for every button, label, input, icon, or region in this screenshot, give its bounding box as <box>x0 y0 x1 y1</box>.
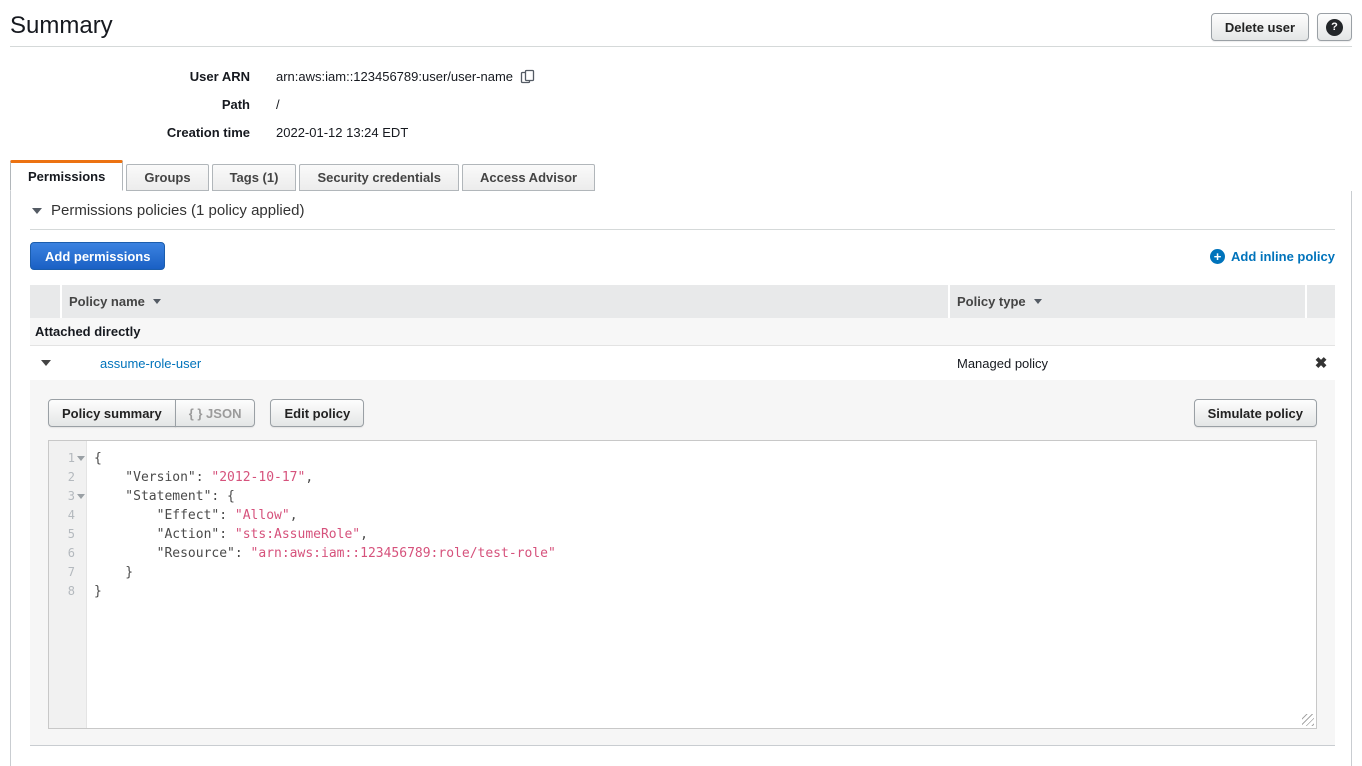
line-number: 5 <box>49 525 86 544</box>
editor-line-number-gutter: 1 2 3 4 5 6 7 8 <box>49 441 87 728</box>
user-info-section: User ARN arn:aws:iam::123456789:user/use… <box>0 62 1362 146</box>
table-header: Policy name Policy type <box>30 285 1335 318</box>
plus-icon: + <box>1210 249 1225 264</box>
line-number: 2 <box>49 468 86 487</box>
collapse-row-button[interactable] <box>30 360 62 366</box>
policy-summary-button[interactable]: Policy summary <box>48 399 176 427</box>
page-title: Summary <box>10 12 113 39</box>
code-line: } <box>94 563 1316 582</box>
add-permissions-button[interactable]: Add permissions <box>30 242 165 270</box>
fold-caret-icon[interactable] <box>77 494 85 499</box>
info-value: 2022-01-12 13:24 EDT <box>276 125 408 140</box>
info-label: User ARN <box>0 69 250 84</box>
page-header: Summary Delete user ? <box>0 0 1362 46</box>
help-icon: ? <box>1326 19 1343 36</box>
user-info-row: User ARN arn:aws:iam::123456789:user/use… <box>0 62 1362 90</box>
delete-user-button[interactable]: Delete user <box>1211 13 1309 41</box>
policy-detail-toolbar: Policy summary { } JSON Edit policy Simu… <box>48 399 1317 427</box>
info-label: Path <box>0 97 250 112</box>
line-number: 6 <box>49 544 86 563</box>
add-inline-policy-link[interactable]: + Add inline policy <box>1210 249 1335 264</box>
sort-caret-icon <box>1034 299 1042 304</box>
policy-type-value: Managed policy <box>950 356 1307 371</box>
tab-label: Permissions <box>28 169 105 184</box>
permissions-tab-panel: Permissions policies (1 policy applied) … <box>10 191 1352 766</box>
actions-column-header <box>1307 285 1335 318</box>
tab-label: Access Advisor <box>480 170 577 185</box>
table-row: assume-role-user Managed policy ✖ <box>30 346 1335 380</box>
tab-bar: Permissions Groups Tags (1) Security cre… <box>10 160 1362 191</box>
edit-policy-button[interactable]: Edit policy <box>270 399 364 427</box>
tab-label: Security credentials <box>317 170 441 185</box>
json-view-button[interactable]: { } JSON <box>175 399 256 427</box>
simulate-policy-button[interactable]: Simulate policy <box>1194 399 1317 427</box>
code-line: "Resource": "arn:aws:iam::123456789:role… <box>94 544 1316 563</box>
copy-icon[interactable] <box>520 69 535 84</box>
line-number: 3 <box>49 487 86 506</box>
line-number: 1 <box>49 449 86 468</box>
editor-resize-handle[interactable] <box>1302 714 1314 726</box>
permissions-policies-section-header[interactable]: Permissions policies (1 policy applied) <box>30 191 1335 230</box>
view-toggle-group: Policy summary { } JSON <box>48 399 255 427</box>
line-number: 8 <box>49 582 86 601</box>
line-number: 4 <box>49 506 86 525</box>
detach-policy-button[interactable]: ✖ <box>1307 354 1335 372</box>
policy-name-column-header[interactable]: Policy name <box>62 285 950 318</box>
tab-security-credentials[interactable]: Security credentials <box>299 164 459 191</box>
sort-caret-icon <box>153 299 161 304</box>
info-value: / <box>276 97 280 112</box>
code-line: "Statement": { <box>94 487 1316 506</box>
expand-column-header <box>30 285 62 318</box>
caret-down-icon <box>41 360 51 366</box>
code-line: { <box>94 449 1316 468</box>
line-number: 7 <box>49 563 86 582</box>
user-info-row: Path / <box>0 90 1362 118</box>
policy-name-link[interactable]: assume-role-user <box>100 356 201 371</box>
table-group-row: Attached directly <box>30 318 1335 346</box>
policy-table: Policy name Policy type Attached directl… <box>30 285 1335 746</box>
code-line: } <box>94 582 1316 601</box>
tab-tags[interactable]: Tags (1) <box>212 164 297 191</box>
code-line: "Version": "2012-10-17", <box>94 468 1316 487</box>
section-title: Permissions policies (1 policy applied) <box>51 202 304 219</box>
info-label: Creation time <box>0 125 250 140</box>
policy-json-editor[interactable]: 1 2 3 4 5 6 7 8 { "Version": "2012-10-17… <box>48 440 1317 729</box>
tab-permissions[interactable]: Permissions <box>10 160 123 191</box>
tab-label: Tags (1) <box>230 170 279 185</box>
code-line: "Action": "sts:AssumeRole", <box>94 525 1316 544</box>
info-value: arn:aws:iam::123456789:user/user-name <box>276 69 513 84</box>
permissions-toolbar: Add permissions + Add inline policy <box>30 242 1335 270</box>
tab-access-advisor[interactable]: Access Advisor <box>462 164 595 191</box>
help-button[interactable]: ? <box>1317 13 1352 41</box>
editor-code-area[interactable]: { "Version": "2012-10-17", "Statement": … <box>87 441 1316 728</box>
policy-type-column-header[interactable]: Policy type <box>950 285 1307 318</box>
tab-label: Groups <box>144 170 190 185</box>
header-divider <box>10 46 1352 47</box>
tab-groups[interactable]: Groups <box>126 164 208 191</box>
user-info-row: Creation time 2022-01-12 13:24 EDT <box>0 118 1362 146</box>
fold-caret-icon[interactable] <box>77 456 85 461</box>
chevron-down-icon <box>32 208 42 214</box>
header-actions: Delete user ? <box>1211 13 1352 41</box>
code-line: "Effect": "Allow", <box>94 506 1316 525</box>
policy-detail-panel: Policy summary { } JSON Edit policy Simu… <box>30 380 1335 746</box>
